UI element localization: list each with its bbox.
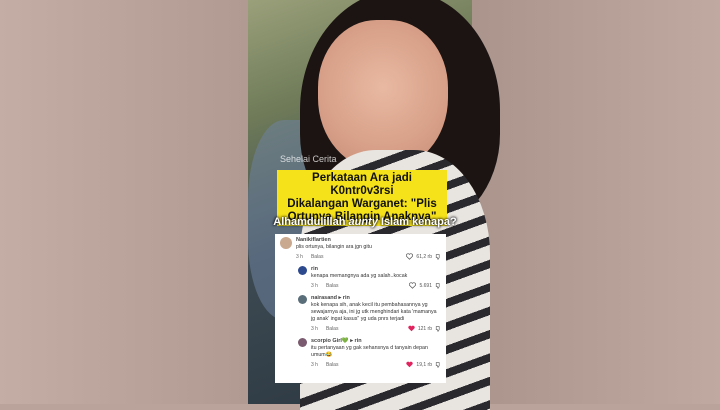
comment-reply: rin kenapa memangnya ada yg salah..kocak… [298, 266, 441, 289]
comment-username: Nanikiflartien [296, 237, 331, 243]
comment-time: 3 h [311, 326, 318, 332]
comment-username: nairasand ▸ rin [311, 295, 350, 301]
comment-time: 3 h [311, 283, 318, 289]
comment-reply: nairasand ▸ rin kok kenapa sih, anak kec… [298, 295, 441, 332]
comments-screenshot: Nanikiflartien plis ortunya, bilangin ar… [275, 234, 446, 383]
comment-time: 3 h [311, 362, 318, 368]
like-count: 61,2 rb [416, 253, 432, 260]
heart-icon [409, 282, 417, 289]
avatar [280, 237, 292, 249]
comment-text: plis ortunya, bilangin ara jgn gitu [296, 244, 372, 250]
avatar [298, 338, 307, 347]
person-face [318, 20, 448, 170]
comment: Nanikiflartien plis ortunya, bilangin ar… [280, 237, 441, 260]
comment-username: rin [311, 266, 319, 272]
reply-link: Balas [325, 283, 339, 289]
comment-time: 3 h [296, 254, 303, 260]
comment-text: itu pertanyaan yg gak sehansnya d tanyai… [311, 345, 428, 358]
reply-link: Balas [325, 326, 339, 332]
heart-icon [406, 253, 414, 260]
like-count: 19,1 rb [416, 361, 432, 368]
reply-link: Balas [325, 362, 339, 368]
comment-text: kok kenapa sih, anak kecil itu pembahasa… [311, 302, 437, 322]
avatar [298, 266, 307, 275]
dislike-icon [435, 282, 440, 289]
heart-icon [406, 361, 414, 368]
title-line: Dikalangan Warganet: "Plis [287, 198, 437, 210]
like-count: 5.691 [419, 282, 432, 289]
reply-link: Balas [310, 254, 324, 260]
comment-reply: scorpio Girl💚 ▸ rin itu pertanyaan yg ga… [298, 338, 441, 368]
right-blur-background [472, 0, 720, 404]
comment-text: kenapa memangnya ada yg salah..kocak [311, 273, 408, 279]
like-count: 121 rb [417, 325, 432, 332]
heart-icon [408, 325, 415, 332]
comment-username: scorpio Girl💚 ▸ rin [311, 338, 362, 344]
dislike-icon [435, 361, 440, 368]
title-line: Perkataan Ara jadi K0ntr0v3rsi [312, 172, 412, 197]
channel-watermark: Sehelai Cerita [280, 154, 337, 164]
dislike-icon [435, 253, 440, 260]
left-blur-background [0, 0, 248, 404]
dislike-icon [435, 325, 440, 332]
video-caption: Alhamdulillah aunty Islam kenapa? [273, 216, 457, 228]
avatar [298, 295, 307, 304]
